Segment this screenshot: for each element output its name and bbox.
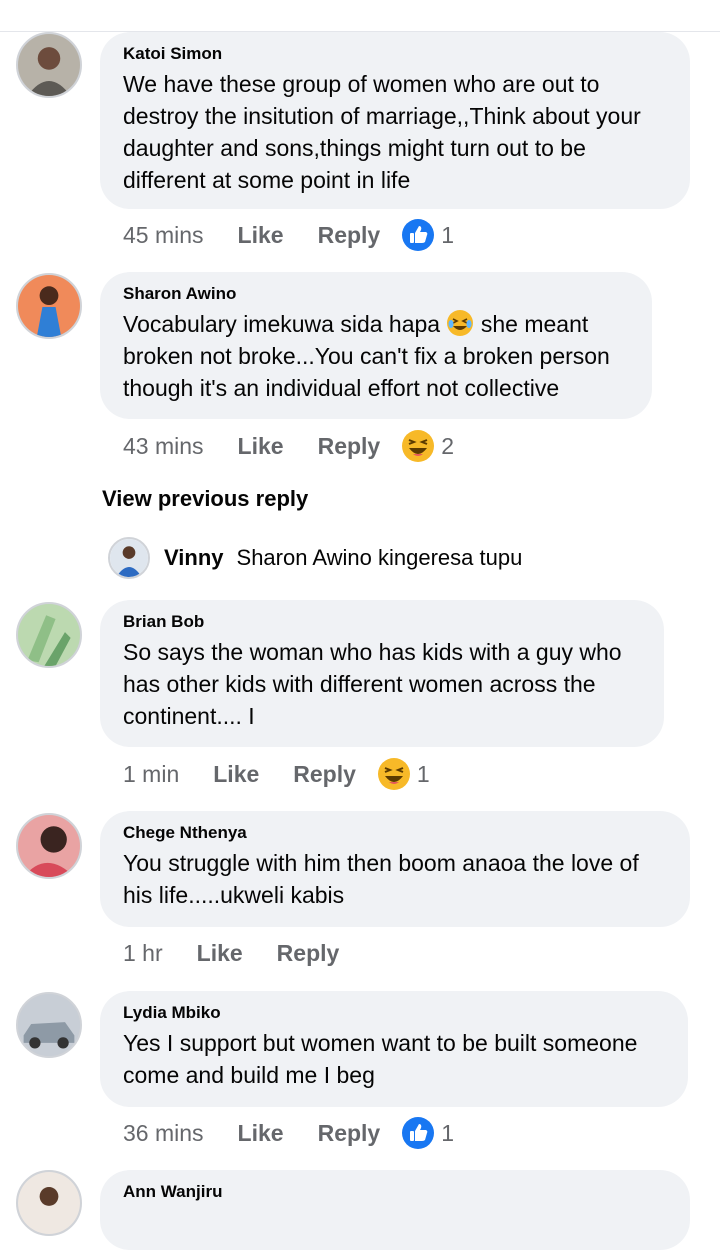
reaction-count: 2 xyxy=(441,432,455,459)
comment-text: You struggle with him then boom anaoa th… xyxy=(123,850,639,908)
view-previous-reply-link[interactable]: View previous reply xyxy=(102,486,308,512)
comment-bubble: Katoi Simon We have these group of women… xyxy=(100,32,690,209)
like-icon xyxy=(402,219,435,251)
comment-text: Vocabulary imekuwa sida hapa she meant b… xyxy=(123,308,630,404)
comment-author[interactable]: Ann Wanjiru xyxy=(123,1182,668,1202)
comment-text: Yes I support but women want to be built… xyxy=(123,1030,638,1088)
reply-button[interactable]: Reply xyxy=(318,1120,381,1147)
reply-text: Sharon Awino kingeresa tupu xyxy=(236,545,523,570)
avatar[interactable] xyxy=(16,602,82,668)
reaction-summary[interactable]: 1 xyxy=(377,757,430,791)
comment-time[interactable]: 43 mins xyxy=(123,433,204,460)
avatar-photo-icon xyxy=(18,994,80,1056)
comment-time[interactable]: 1 min xyxy=(123,761,179,788)
avatar[interactable] xyxy=(16,1170,82,1236)
comment-actions: 1 min Like Reply 1 xyxy=(123,757,430,791)
avatar-photo-icon xyxy=(110,539,148,577)
avatar[interactable] xyxy=(16,992,82,1058)
avatar-photo-icon xyxy=(18,604,80,666)
comment-text: So says the woman who has kids with a gu… xyxy=(123,639,622,729)
reaction-count: 1 xyxy=(416,760,430,787)
comment-time[interactable]: 1 hr xyxy=(123,940,163,967)
laugh-icon xyxy=(377,758,410,790)
reaction-summary[interactable]: 1 xyxy=(401,218,454,252)
reaction-summary[interactable]: 2 xyxy=(401,429,454,463)
avatar-photo-icon xyxy=(18,34,80,96)
comment-author[interactable]: Katoi Simon xyxy=(123,44,668,64)
reply-button[interactable]: Reply xyxy=(318,222,381,249)
reply-button[interactable]: Reply xyxy=(318,433,381,460)
avatar-photo-icon xyxy=(18,1172,80,1234)
comment-bubble: Sharon Awino Vocabulary imekuwa sida hap… xyxy=(100,272,652,419)
reaction-summary[interactable]: 1 xyxy=(401,1116,454,1150)
reaction-count: 1 xyxy=(441,221,455,248)
comment-actions: 1 hr Like Reply xyxy=(123,936,373,970)
avatar[interactable] xyxy=(108,537,150,579)
avatar-photo-icon xyxy=(18,815,80,877)
like-icon xyxy=(402,1117,435,1149)
reply-button[interactable]: Reply xyxy=(277,940,340,967)
laugh-icon xyxy=(402,430,435,462)
avatar[interactable] xyxy=(16,813,82,879)
reaction-count: 1 xyxy=(441,1119,455,1146)
comment-time[interactable]: 36 mins xyxy=(123,1120,204,1147)
like-button[interactable]: Like xyxy=(197,940,243,967)
comment-bubble: Ann Wanjiru xyxy=(100,1170,690,1250)
comment-text: We have these group of women who are out… xyxy=(123,71,641,193)
comment-actions: 36 mins Like Reply 1 xyxy=(123,1116,454,1150)
nested-reply-preview[interactable]: Vinny Sharon Awino kingeresa tupu xyxy=(108,537,522,579)
comment-bubble: Lydia Mbiko Yes I support but women want… xyxy=(100,991,688,1107)
reply-button[interactable]: Reply xyxy=(293,761,356,788)
comment-author[interactable]: Brian Bob xyxy=(123,612,642,632)
comment-author[interactable]: Sharon Awino xyxy=(123,284,630,304)
comment-actions: 43 mins Like Reply 2 xyxy=(123,429,454,463)
avatar[interactable] xyxy=(16,273,82,339)
like-button[interactable]: Like xyxy=(213,761,259,788)
comment-bubble: Brian Bob So says the woman who has kids… xyxy=(100,600,664,747)
avatar-photo-icon xyxy=(18,275,80,337)
like-button[interactable]: Like xyxy=(238,433,284,460)
avatar[interactable] xyxy=(16,32,82,98)
comment-author[interactable]: Lydia Mbiko xyxy=(123,1003,666,1023)
like-button[interactable]: Like xyxy=(238,1120,284,1147)
like-button[interactable]: Like xyxy=(238,222,284,249)
reply-author[interactable]: Vinny xyxy=(164,545,224,571)
comment-author[interactable]: Chege Nthenya xyxy=(123,823,668,843)
comment-actions: 45 mins Like Reply 1 xyxy=(123,218,454,252)
comment-bubble: Chege Nthenya You struggle with him then… xyxy=(100,811,690,927)
comment-text-part: Vocabulary imekuwa sida hapa xyxy=(123,311,447,337)
tears-of-joy-emoji-icon xyxy=(447,310,474,336)
comment-time[interactable]: 45 mins xyxy=(123,222,204,249)
